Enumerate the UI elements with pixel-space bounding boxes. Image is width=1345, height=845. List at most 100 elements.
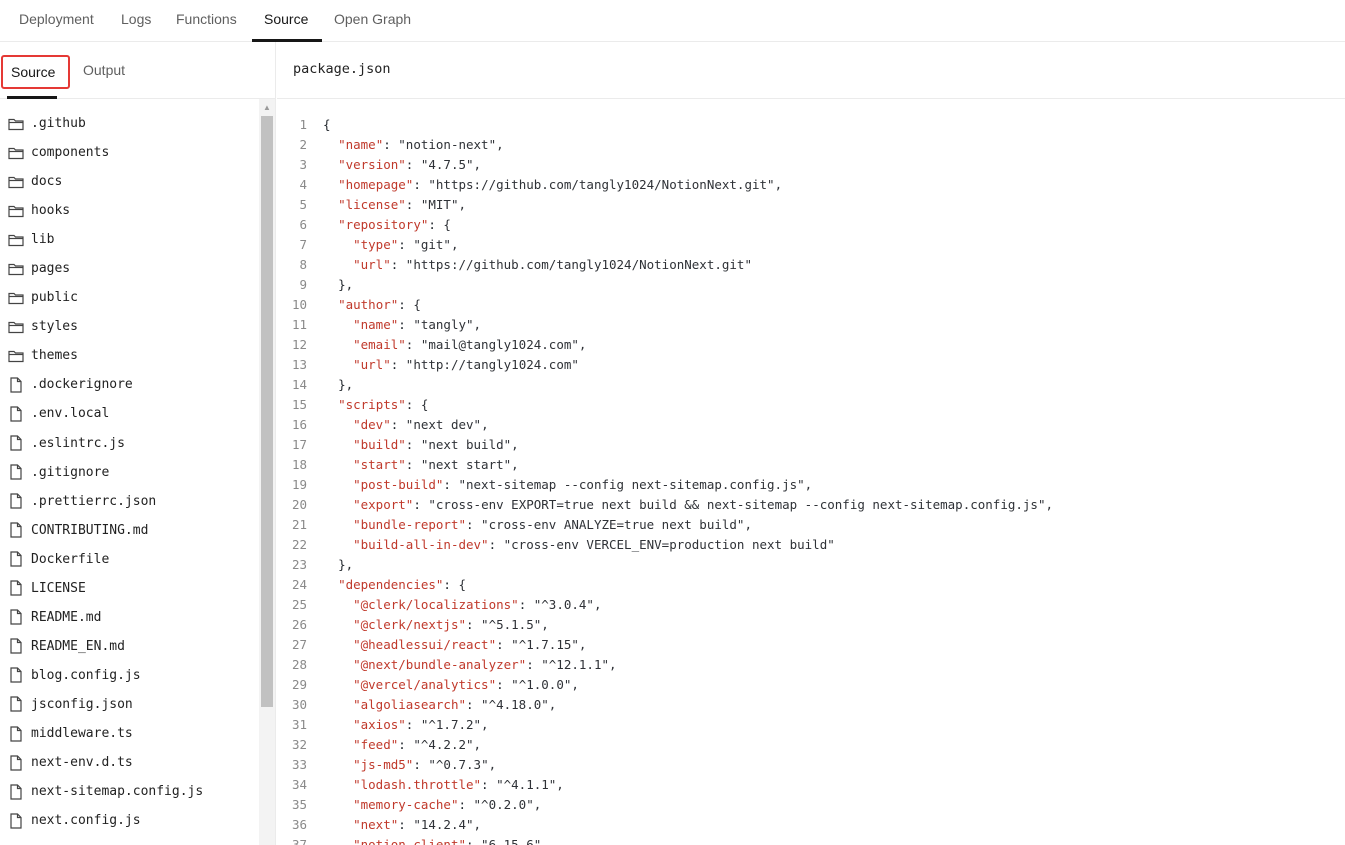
json-value: { — [413, 397, 429, 412]
scroll-up-arrow-icon[interactable]: ▲ — [259, 99, 275, 115]
folder-item[interactable]: themes — [0, 341, 258, 370]
json-key: "memory-cache" — [353, 797, 459, 812]
file-tree-label: README_EN.md — [31, 638, 125, 654]
file-item[interactable]: README.md — [0, 603, 258, 632]
code-text: "build": "next build", — [353, 437, 519, 452]
code-line: 36 "next": "14.2.4", — [277, 815, 1345, 835]
code-line: 17 "build": "next build", — [277, 435, 1345, 455]
folder-icon — [7, 289, 24, 306]
file-item[interactable]: .eslintrc.js — [0, 429, 258, 458]
file-item[interactable]: jsconfig.json — [0, 690, 258, 719]
file-tree-scrollbar[interactable]: ▲ — [259, 99, 275, 845]
file-icon — [7, 725, 24, 742]
file-tree-label: .env.local — [31, 406, 110, 422]
json-value: "next start", — [413, 457, 519, 472]
json-key: "repository" — [338, 217, 429, 232]
file-item[interactable]: next-sitemap.config.js — [0, 777, 258, 806]
json-key: "lodash.throttle" — [353, 777, 482, 792]
file-icon — [7, 464, 24, 481]
line-number: 37 — [291, 837, 307, 845]
file-title: package.json — [293, 61, 391, 77]
tab-source[interactable]: Source — [264, 0, 308, 42]
folder-item[interactable]: pages — [0, 254, 258, 283]
line-number: 30 — [291, 697, 307, 712]
code-text: "lodash.throttle": "^4.1.1", — [353, 777, 564, 792]
line-number: 7 — [299, 237, 307, 252]
code-text: "@clerk/nextjs": "^5.1.5", — [353, 617, 549, 632]
file-item[interactable]: CONTRIBUTING.md — [0, 516, 258, 545]
scrollbar-thumb[interactable] — [261, 116, 273, 707]
code-text: "name": "tangly", — [353, 317, 482, 332]
file-item[interactable]: next.config.js — [0, 806, 258, 835]
file-item[interactable]: .env.local — [0, 399, 258, 428]
json-value: "^1.7.15", — [503, 637, 587, 652]
folder-item[interactable]: docs — [0, 167, 258, 196]
code-text: "memory-cache": "^0.2.0", — [353, 797, 542, 812]
tab-open-graph[interactable]: Open Graph — [334, 0, 411, 42]
code-line: 16 "dev": "next dev", — [277, 415, 1345, 435]
file-tree-label: LICENSE — [31, 580, 86, 596]
line-number: 25 — [291, 597, 307, 612]
folder-item[interactable]: lib — [0, 225, 258, 254]
code-line: 24 "dependencies": { — [277, 575, 1345, 595]
line-number: 13 — [291, 357, 307, 372]
file-item[interactable]: blog.config.js — [0, 661, 258, 690]
json-value: "^0.7.3", — [420, 757, 497, 772]
file-icon — [7, 405, 24, 422]
json-key: "js-md5" — [353, 757, 414, 772]
line-number: 33 — [291, 757, 307, 772]
code-line: 32 "feed": "^4.2.2", — [277, 735, 1345, 755]
file-tree-label: docs — [31, 174, 63, 190]
code-line: 6 "repository": { — [277, 215, 1345, 235]
file-item[interactable]: .dockerignore — [0, 370, 258, 399]
line-number: 27 — [291, 637, 307, 652]
code-line: 18 "start": "next start", — [277, 455, 1345, 475]
json-value: "next-sitemap --config next-sitemap.conf… — [450, 477, 813, 492]
tab-functions[interactable]: Functions — [176, 0, 237, 42]
json-value: "mail@tangly1024.com", — [413, 337, 587, 352]
code-line: 23 }, — [277, 555, 1345, 575]
file-item[interactable]: next-env.d.ts — [0, 748, 258, 777]
file-item[interactable]: .gitignore — [0, 458, 258, 487]
line-number: 10 — [291, 297, 307, 312]
json-value: "cross-env EXPORT=true next build && nex… — [420, 497, 1054, 512]
file-item[interactable]: Dockerfile — [0, 545, 258, 574]
subtab-output[interactable]: Output — [83, 55, 125, 89]
file-explorer-panel: Source Output .github components docs hooks… — [0, 42, 276, 845]
tab-deployment[interactable]: Deployment — [19, 0, 94, 42]
file-item[interactable]: README_EN.md — [0, 632, 258, 661]
file-item[interactable]: .prettierrc.json — [0, 487, 258, 516]
json-value: "^1.0.0", — [503, 677, 579, 692]
folder-item[interactable]: styles — [0, 312, 258, 341]
file-icon — [7, 522, 24, 539]
json-key: "license" — [338, 197, 406, 212]
code-text: "dev": "next dev", — [353, 417, 489, 432]
code-text: "license": "MIT", — [338, 197, 467, 212]
json-key: "name" — [353, 317, 399, 332]
code-text: "feed": "^4.2.2", — [353, 737, 482, 752]
code-line: 4 "homepage": "https://github.com/tangly… — [277, 175, 1345, 195]
file-item[interactable]: middleware.ts — [0, 719, 258, 748]
tab-logs[interactable]: Logs — [121, 0, 151, 42]
json-value: "^12.1.1", — [533, 657, 617, 672]
json-key: "notion-client" — [353, 837, 466, 845]
folder-item[interactable]: public — [0, 283, 258, 312]
json-key: "email" — [353, 337, 406, 352]
file-tree-label: themes — [31, 348, 78, 364]
code-text: "dependencies": { — [338, 577, 467, 592]
file-tree-label: .github — [31, 116, 86, 132]
file-item[interactable]: LICENSE — [0, 574, 258, 603]
folder-item[interactable]: .github — [0, 109, 258, 138]
code-text: "url": "https://github.com/tangly1024/No… — [353, 257, 752, 272]
folder-item[interactable]: hooks — [0, 196, 258, 225]
active-subtab-indicator — [7, 96, 57, 99]
json-key: "scripts" — [338, 397, 406, 412]
code-text: { — [309, 115, 331, 135]
json-key: "build-all-in-dev" — [353, 537, 489, 552]
subtab-source[interactable]: Source — [1, 55, 70, 89]
folder-item[interactable]: components — [0, 138, 258, 167]
folder-icon — [7, 347, 24, 364]
code-line: 26 "@clerk/nextjs": "^5.1.5", — [277, 615, 1345, 635]
code-line: 9 }, — [277, 275, 1345, 295]
json-value: "^5.1.5", — [473, 617, 549, 632]
